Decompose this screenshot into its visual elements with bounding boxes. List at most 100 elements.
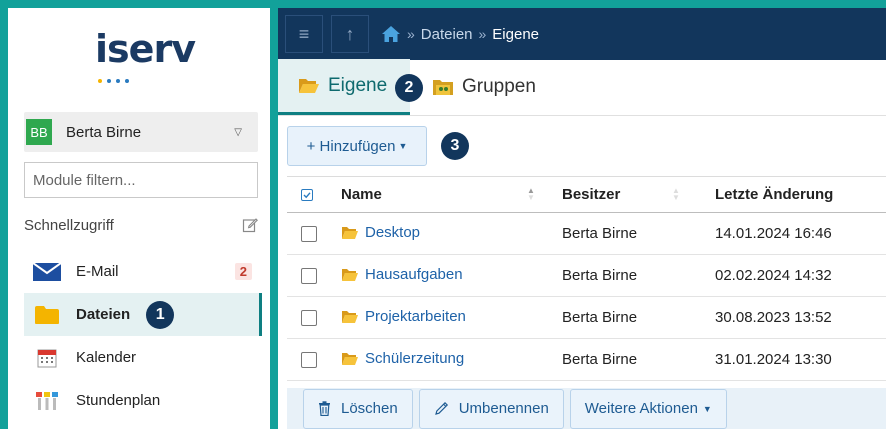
user-menu[interactable]: BB Berta Birne ▽ xyxy=(24,112,258,152)
file-modified: 14.01.2024 16:46 xyxy=(715,212,886,255)
logo-dots xyxy=(98,70,158,83)
step-badge: 1 xyxy=(146,300,175,329)
folder-icon xyxy=(341,267,359,282)
sort-icon: ▲ ▼ xyxy=(672,186,680,202)
unread-count-badge: 2 xyxy=(234,263,252,280)
file-link[interactable]: Hausaufgaben xyxy=(341,266,463,283)
timetable-icon xyxy=(32,391,62,411)
sidebar-item-label: Dateien xyxy=(76,306,131,323)
file-modified: 30.08.2023 13:52 xyxy=(715,296,886,339)
sidebar-item-calendar[interactable]: Kalender xyxy=(24,336,262,379)
avatar: BB xyxy=(26,119,52,145)
add-button-label: + Hinzufügen xyxy=(306,137,396,155)
file-name: Projektarbeiten xyxy=(365,307,466,325)
folder-icon xyxy=(32,305,62,325)
tab-groups[interactable]: Gruppen xyxy=(410,59,550,115)
column-header-modified[interactable]: Letzte Änderung xyxy=(715,176,886,213)
main-panel: ≡ ↑ » Dateien » Eigene Eigene 2 Gruppen xyxy=(278,8,886,429)
mail-icon xyxy=(32,262,62,282)
sidebar-item-email[interactable]: E-Mail 2 xyxy=(24,250,262,293)
folder-open-icon xyxy=(298,77,320,95)
file-owner: Berta Birne xyxy=(562,254,715,297)
file-name: Schülerzeitung xyxy=(365,349,465,367)
quick-access-label: Schnellzugriff xyxy=(24,216,114,234)
folder-icon xyxy=(341,309,359,324)
file-name: Desktop xyxy=(365,223,421,241)
table-row[interactable]: Hausaufgaben Berta Birne 02.02.2024 14:3… xyxy=(287,254,886,297)
select-all-checkbox[interactable] xyxy=(301,189,313,202)
file-modified: 31.01.2024 13:30 xyxy=(715,338,886,381)
file-owner: Berta Birne xyxy=(562,212,715,255)
select-all-cell xyxy=(287,176,341,213)
caret-down-icon: ▽ xyxy=(234,126,242,138)
column-header-owner[interactable]: Besitzer ▲ ▼ xyxy=(562,176,715,213)
step-badge: 2 xyxy=(395,74,423,102)
breadcrumb-item-own[interactable]: Eigene xyxy=(492,26,539,43)
sidebar-item-label: Kalender xyxy=(76,349,137,366)
table-row[interactable]: Projektarbeiten Berta Birne 30.08.2023 1… xyxy=(287,296,886,339)
row-checkbox[interactable] xyxy=(301,310,317,327)
delete-label: Löschen xyxy=(341,400,398,417)
row-checkbox[interactable] xyxy=(301,226,317,243)
arrow-up-icon[interactable]: ↑ xyxy=(331,15,369,53)
rename-button[interactable]: Umbenennen xyxy=(418,388,564,429)
file-name: Hausaufgaben xyxy=(365,265,463,283)
row-checkbox[interactable] xyxy=(301,352,317,369)
bulk-actions-bar: Löschen Umbenennen Weitere Aktionen ▼ xyxy=(287,388,886,429)
breadcrumb: » Dateien » Eigene xyxy=(381,25,539,43)
column-label: Name xyxy=(341,186,382,203)
module-filter-input[interactable] xyxy=(24,162,258,198)
sidebar-item-files[interactable]: Dateien 1 xyxy=(24,293,262,336)
file-toolbar: + Hinzufügen ▼ 3 xyxy=(287,126,469,166)
quick-access-header: Schnellzugriff xyxy=(24,214,258,236)
add-button[interactable]: + Hinzufügen ▼ xyxy=(287,126,427,166)
pencil-icon xyxy=(434,401,449,416)
tab-label: Gruppen xyxy=(462,76,536,97)
home-icon[interactable] xyxy=(381,25,401,43)
step-badge: 3 xyxy=(441,132,469,160)
file-table: Name ▲ ▼ Besitzer ▲ ▼ Letzte Änderung Desk… xyxy=(287,176,886,381)
table-header-row: Name ▲ ▼ Besitzer ▲ ▼ Letzte Änderung xyxy=(287,176,886,213)
user-name: Berta Birne xyxy=(66,123,142,141)
more-actions-button[interactable]: Weitere Aktionen ▼ xyxy=(569,388,727,429)
top-bar: ≡ ↑ » Dateien » Eigene xyxy=(278,8,886,60)
rename-label: Umbenennen xyxy=(458,400,549,417)
folder-icon xyxy=(341,225,359,240)
row-checkbox[interactable] xyxy=(301,268,317,285)
tab-label: Eigene xyxy=(328,74,388,96)
breadcrumb-separator: » xyxy=(407,26,415,42)
table-row[interactable]: Desktop Berta Birne 14.01.2024 16:46 xyxy=(287,212,886,255)
table-row[interactable]: Schülerzeitung Berta Birne 31.01.2024 13… xyxy=(287,338,886,381)
breadcrumb-separator: » xyxy=(478,26,487,42)
sidebar-item-label: E-Mail xyxy=(76,263,119,280)
sort-asc-icon: ▲ ▼ xyxy=(527,186,535,202)
logo-text: iserv xyxy=(95,27,196,71)
file-link[interactable]: Schülerzeitung xyxy=(341,350,464,367)
hamburger-icon[interactable]: ≡ xyxy=(285,15,323,53)
trash-icon xyxy=(318,401,331,416)
iserv-logo[interactable]: iserv xyxy=(90,27,200,83)
sidebar-nav: E-Mail 2 Dateien 1 Kalender Stundenplan xyxy=(24,250,262,422)
group-folder-icon xyxy=(432,78,454,96)
sidebar-item-label: Stundenplan xyxy=(76,392,161,409)
sidebar: iserv BB Berta Birne ▽ Schnellzugriff E-… xyxy=(8,8,270,429)
file-owner: Berta Birne xyxy=(562,338,715,381)
edit-icon[interactable] xyxy=(242,217,258,233)
folder-tabs: Eigene 2 Gruppen xyxy=(278,59,886,116)
column-label: Letzte Änderung xyxy=(715,186,834,203)
sidebar-item-timetable[interactable]: Stundenplan xyxy=(24,379,262,422)
delete-button[interactable]: Löschen xyxy=(303,388,413,429)
caret-down-icon: ▼ xyxy=(398,141,408,151)
file-owner: Berta Birne xyxy=(562,296,715,339)
file-modified: 02.02.2024 14:32 xyxy=(715,254,886,297)
folder-icon xyxy=(341,351,359,366)
tab-own[interactable]: Eigene xyxy=(278,59,410,115)
file-link[interactable]: Projektarbeiten xyxy=(341,308,466,325)
column-header-name[interactable]: Name ▲ ▼ xyxy=(341,176,562,213)
column-label: Besitzer xyxy=(562,186,621,203)
caret-down-icon: ▼ xyxy=(702,403,712,414)
file-link[interactable]: Desktop xyxy=(341,224,420,241)
more-actions-label: Weitere Aktionen xyxy=(584,400,698,417)
breadcrumb-item-files[interactable]: Dateien xyxy=(421,26,473,43)
calendar-icon xyxy=(32,348,62,368)
